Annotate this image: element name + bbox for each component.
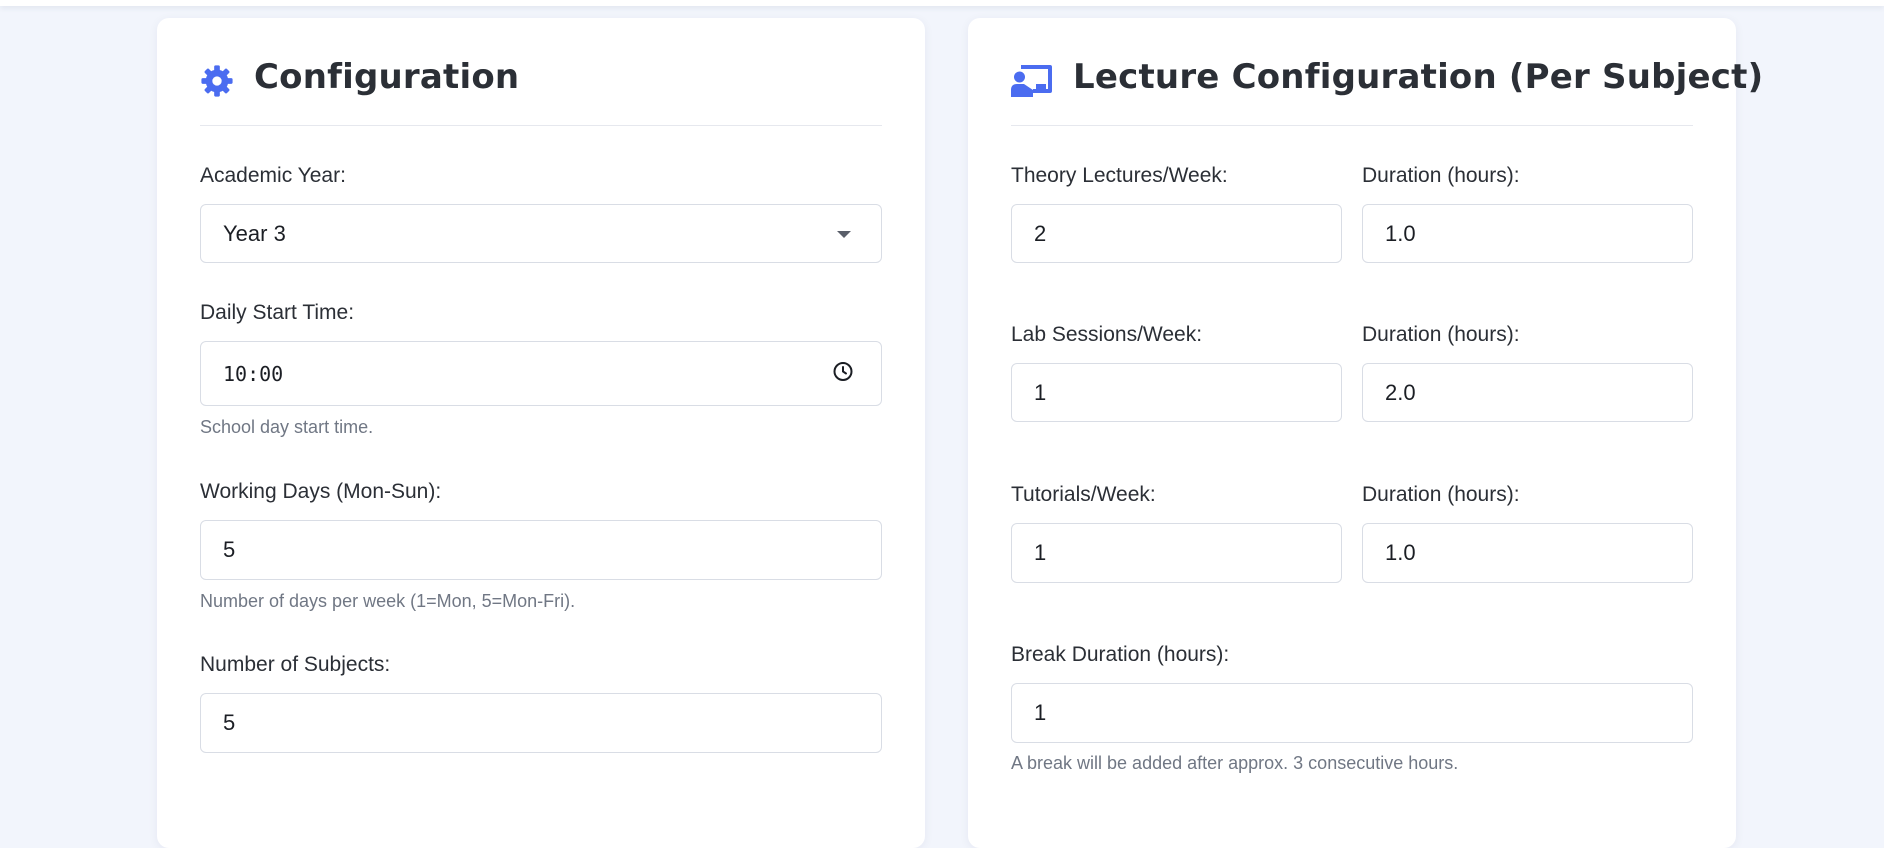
tutorials-input[interactable]: 1 [1011, 523, 1342, 583]
lab-sessions-input[interactable]: 1 [1011, 363, 1342, 422]
tutorials-duration-label: Duration (hours): [1362, 483, 1520, 506]
lab-sessions-label: Lab Sessions/Week: [1011, 323, 1203, 346]
academic-year-value: Year 3 [223, 220, 286, 246]
daily-start-time-value: 10:00 [223, 361, 284, 386]
daily-start-time-label: Daily Start Time: [200, 301, 355, 324]
theory-duration-label: Duration (hours): [1362, 164, 1520, 187]
lecture-configuration-title: Lecture Configuration (Per Subject) [1073, 57, 1764, 97]
lab-duration-label: Duration (hours): [1362, 323, 1520, 346]
break-duration-hint: A break will be added after approx. 3 co… [1011, 753, 1459, 773]
lecture-configuration-header: Lecture Configuration (Per Subject) [1011, 18, 1763, 126]
daily-start-time-hint: School day start time. [200, 417, 374, 437]
break-duration-input[interactable]: 1 [1011, 683, 1693, 743]
tutorials-duration-input[interactable]: 1.0 [1362, 523, 1693, 583]
working-days-hint: Number of days per week (1=Mon, 5=Mon-Fr… [200, 591, 576, 611]
number-of-subjects-value: 5 [223, 710, 236, 735]
lab-duration-input[interactable]: 2.0 [1362, 363, 1693, 422]
tutorials-label: Tutorials/Week: [1011, 483, 1156, 506]
configuration-title: Configuration [254, 57, 520, 97]
tutorials-value: 1 [1034, 540, 1047, 565]
number-of-subjects-input[interactable]: 5 [200, 693, 882, 753]
clock-icon[interactable] [832, 360, 854, 387]
lecture-configuration-card: Lecture Configuration (Per Subject) Theo… [968, 18, 1763, 848]
theory-duration-value: 1.0 [1385, 220, 1416, 246]
working-days-label: Working Days (Mon-Sun): [200, 480, 442, 503]
gear-icon [200, 64, 234, 103]
working-days-value: 5 [223, 537, 236, 562]
theory-lectures-input[interactable]: 2 [1011, 204, 1342, 263]
theory-lectures-label: Theory Lectures/Week: [1011, 164, 1228, 187]
chalkboard-teacher-icon [1011, 64, 1053, 103]
theory-lectures-value: 2 [1034, 220, 1047, 246]
chevron-down-icon [837, 230, 851, 238]
tutorials-duration-value: 1.0 [1385, 540, 1416, 565]
lab-duration-value: 2.0 [1385, 379, 1416, 405]
top-bar [0, 0, 1884, 6]
working-days-input[interactable]: 5 [200, 520, 882, 580]
daily-start-time-input[interactable]: 10:00 [200, 341, 882, 406]
break-duration-value: 1 [1034, 700, 1047, 725]
academic-year-select[interactable]: Year 3 [200, 204, 882, 263]
theory-duration-input[interactable]: 1.0 [1362, 204, 1693, 263]
lab-sessions-value: 1 [1034, 379, 1047, 405]
break-duration-label: Break Duration (hours): [1011, 643, 1230, 666]
academic-year-label: Academic Year: [200, 164, 346, 187]
number-of-subjects-label: Number of Subjects: [200, 653, 391, 676]
configuration-header: Configuration [200, 18, 882, 126]
configuration-card: Configuration Academic Year: Year 3 Dail… [157, 18, 925, 848]
